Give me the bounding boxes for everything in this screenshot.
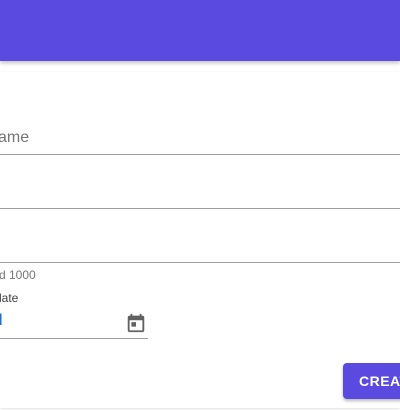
helper-text: d 1000 (0, 268, 36, 282)
name-field[interactable]: ame (0, 114, 400, 155)
app-bar (0, 0, 400, 61)
date-field[interactable]: l (0, 307, 148, 339)
second-field[interactable] (0, 168, 400, 209)
calendar-icon[interactable] (125, 312, 147, 334)
create-button[interactable]: CREAT (343, 363, 400, 399)
date-field-value: l (0, 312, 3, 329)
name-field-label: ame (0, 129, 30, 146)
date-field-label: late (0, 291, 19, 305)
third-field[interactable] (0, 222, 400, 263)
